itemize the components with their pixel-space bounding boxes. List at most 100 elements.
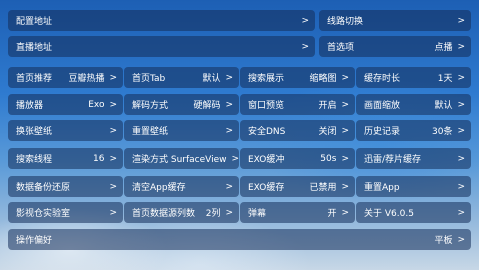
setting-item-label: 播放器 — [16, 101, 44, 111]
setting-item-label: 缓存时长 — [364, 74, 401, 84]
setting-item-r4-c1[interactable]: 搜索线程 16 > — [8, 148, 123, 169]
chevron-right-icon: > — [109, 72, 117, 83]
chevron-right-icon: > — [457, 234, 465, 245]
chevron-right-icon: > — [225, 125, 233, 136]
setting-item-r1-c4[interactable]: 缓存时长 1天 > — [356, 67, 471, 88]
setting-item-r4-c2[interactable]: 渲染方式 SurfaceView > — [124, 148, 239, 169]
chevron-right-icon: > — [457, 153, 465, 164]
chevron-right-icon: > — [341, 153, 349, 164]
chevron-right-icon: > — [341, 99, 349, 110]
chevron-right-icon: > — [341, 207, 349, 218]
chevron-right-icon: > — [225, 99, 233, 110]
line-switch-label: 线路切换 — [327, 17, 364, 27]
chevron-right-icon: > — [457, 99, 465, 110]
chevron-right-icon: > — [109, 153, 117, 164]
setting-item-label: 数据备份还原 — [16, 183, 71, 193]
chevron-right-icon: > — [457, 125, 465, 136]
setting-item-value: 默认 — [434, 101, 453, 111]
setting-item-r5-c4[interactable]: 重置App > — [356, 176, 471, 197]
setting-item-label: 首页数据源列数 — [132, 209, 196, 219]
chevron-right-icon: > — [457, 15, 465, 26]
chevron-right-icon: > — [225, 207, 233, 218]
setting-item-label: EXO缓存 — [248, 183, 285, 193]
chevron-right-icon: > — [109, 125, 117, 136]
chevron-right-icon: > — [457, 72, 465, 83]
setting-item-value: 30条 — [432, 127, 453, 137]
preferred-button[interactable]: 首选项 点播 > — [319, 36, 471, 57]
setting-item-label: 关于 V6.0.5 — [364, 209, 414, 219]
setting-item-label: 历史记录 — [364, 127, 401, 137]
setting-item-r2-c2[interactable]: 解码方式 硬解码 > — [124, 94, 239, 115]
preferred-label: 首选项 — [327, 43, 355, 53]
setting-item-r3-c3[interactable]: 安全DNS 关闭 > — [240, 120, 355, 141]
operation-preference-label: 操作偏好 — [16, 236, 53, 246]
setting-item-r5-c1[interactable]: 数据备份还原 > — [8, 176, 123, 197]
setting-item-r4-c4[interactable]: 迅雷/荐片缓存 > — [356, 148, 471, 169]
setting-item-label: 安全DNS — [248, 127, 286, 137]
setting-item-r3-c2[interactable]: 重置壁纸 > — [124, 120, 239, 141]
operation-preference-value: 平板 — [434, 236, 453, 246]
setting-item-label: 重置壁纸 — [132, 127, 169, 137]
setting-item-label: 搜索线程 — [16, 155, 53, 165]
setting-item-label: 渲染方式 SurfaceView — [132, 155, 227, 165]
setting-item-r3-c1[interactable]: 换张壁纸 > — [8, 120, 123, 141]
setting-item-label: 解码方式 — [132, 101, 169, 111]
setting-item-label: 清空App缓存 — [132, 183, 186, 193]
live-address-label: 直播地址 — [16, 43, 53, 53]
chevron-right-icon: > — [225, 181, 233, 192]
setting-item-r6-c3[interactable]: 弹幕 开 > — [240, 202, 355, 223]
setting-item-r1-c3[interactable]: 搜索展示 缩略图 > — [240, 67, 355, 88]
setting-item-label: 迅雷/荐片缓存 — [364, 155, 422, 165]
chevron-right-icon: > — [301, 15, 309, 26]
chevron-right-icon: > — [457, 41, 465, 52]
setting-item-r5-c2[interactable]: 清空App缓存 > — [124, 176, 239, 197]
setting-item-label: 重置App — [364, 183, 400, 193]
setting-item-r4-c3[interactable]: EXO缓冲 50s > — [240, 148, 355, 169]
setting-item-label: 影视仓实验室 — [16, 209, 71, 219]
setting-item-label: 搜索展示 — [248, 74, 285, 84]
preferred-value: 点播 — [434, 43, 453, 53]
operation-preference-button[interactable]: 操作偏好 平板 > — [8, 229, 471, 250]
line-switch-button[interactable]: 线路切换 > — [319, 10, 471, 31]
setting-item-value: 关闭 — [318, 127, 337, 137]
setting-item-value: 2列 — [205, 209, 221, 219]
setting-item-r3-c4[interactable]: 历史记录 30条 > — [356, 120, 471, 141]
setting-item-r6-c2[interactable]: 首页数据源列数 2列 > — [124, 202, 239, 223]
setting-item-value: 豆瓣热播 — [68, 74, 105, 84]
chevron-right-icon: > — [457, 207, 465, 218]
chevron-right-icon: > — [109, 99, 117, 110]
setting-item-value: 默认 — [202, 74, 221, 84]
setting-item-value: 开 — [327, 209, 337, 219]
setting-item-value: 已禁用 — [309, 183, 337, 193]
setting-item-value: 50s — [320, 153, 337, 164]
chevron-right-icon: > — [109, 207, 117, 218]
chevron-right-icon: > — [109, 181, 117, 192]
setting-item-value: 缩略图 — [309, 74, 337, 84]
setting-item-r6-c4[interactable]: 关于 V6.0.5 > — [356, 202, 471, 223]
chevron-right-icon: > — [341, 125, 349, 136]
setting-item-label: 画面缩放 — [364, 101, 401, 111]
config-address-label: 配置地址 — [16, 17, 53, 27]
setting-item-label: 首页Tab — [132, 74, 166, 84]
setting-item-r1-c1[interactable]: 首页推荐 豆瓣热播 > — [8, 67, 123, 88]
setting-item-value: 16 — [93, 153, 105, 164]
setting-item-value: 硬解码 — [193, 101, 221, 111]
chevron-right-icon: > — [457, 181, 465, 192]
setting-item-label: 换张壁纸 — [16, 127, 53, 137]
setting-item-r2-c4[interactable]: 画面缩放 默认 > — [356, 94, 471, 115]
config-address-button[interactable]: 配置地址 > — [8, 10, 315, 31]
setting-item-value: 1天 — [437, 74, 453, 84]
chevron-right-icon: > — [341, 181, 349, 192]
chevron-right-icon: > — [301, 41, 309, 52]
setting-item-r1-c2[interactable]: 首页Tab 默认 > — [124, 67, 239, 88]
live-address-button[interactable]: 直播地址 > — [8, 36, 315, 57]
setting-item-r6-c1[interactable]: 影视仓实验室 > — [8, 202, 123, 223]
chevron-right-icon: > — [231, 153, 240, 164]
setting-item-r2-c3[interactable]: 窗口预览 开启 > — [240, 94, 355, 115]
setting-item-label: EXO缓冲 — [248, 155, 285, 165]
setting-item-value: Exo — [88, 99, 105, 110]
setting-item-r2-c1[interactable]: 播放器 Exo > — [8, 94, 123, 115]
setting-item-value: 开启 — [318, 101, 337, 111]
setting-item-r5-c3[interactable]: EXO缓存 已禁用 > — [240, 176, 355, 197]
chevron-right-icon: > — [341, 72, 349, 83]
